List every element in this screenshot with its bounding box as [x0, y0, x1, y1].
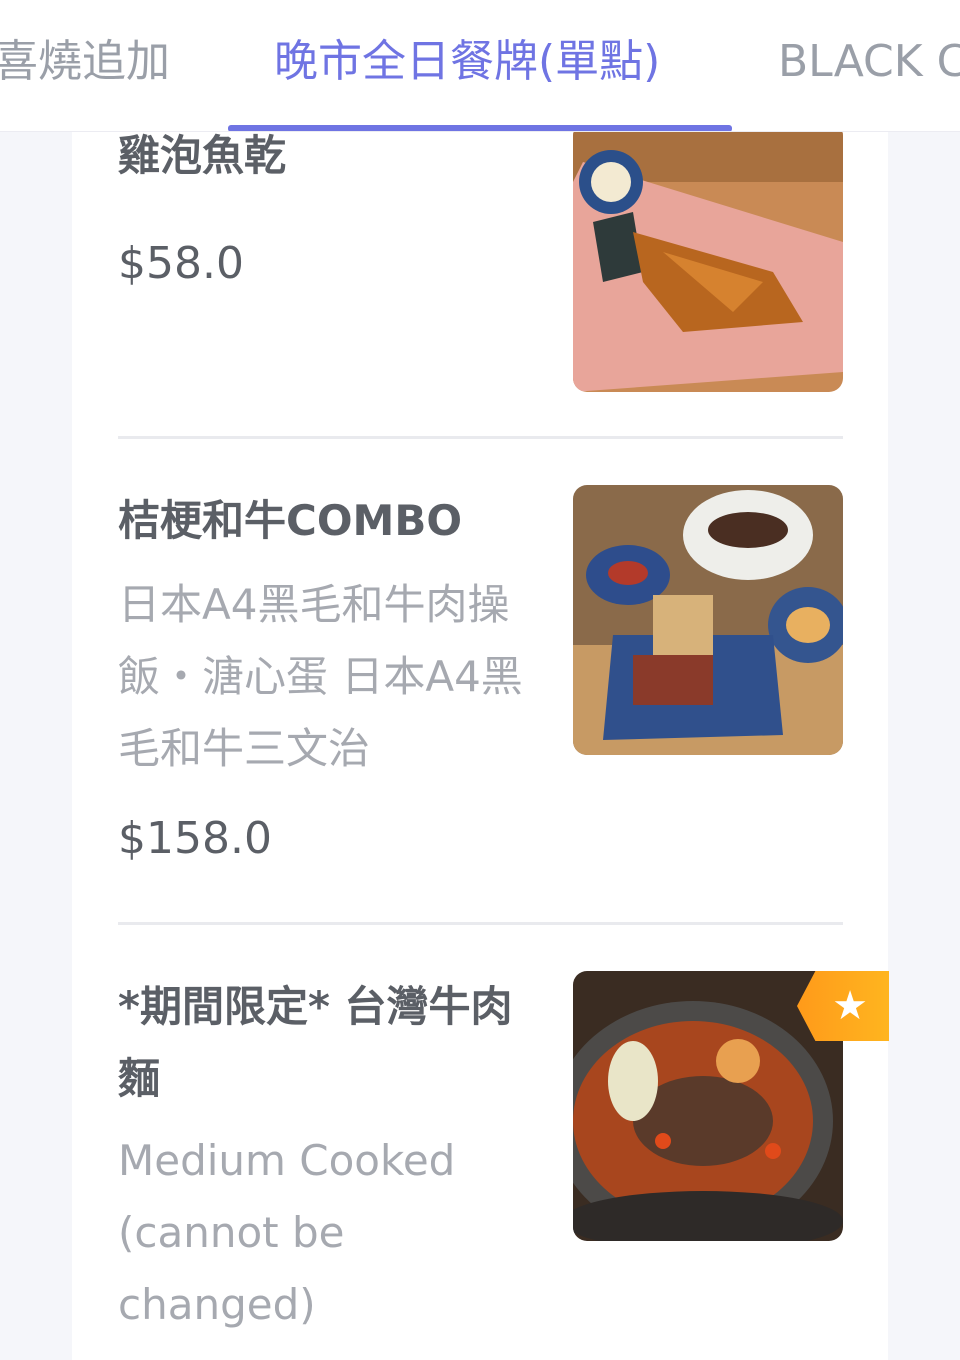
menu-item-name: 桔梗和牛COMBO: [118, 496, 463, 545]
menu-item-description: Medium Cooked (cannot be changed): [118, 1136, 456, 1329]
tab-sukiyaki-addon[interactable]: 喜燒追加: [0, 30, 170, 94]
menu-list: 雞泡魚乾 $58.0 桔梗和牛COMBO 日本A4黑毛和牛肉操飯・溏心蛋 日本A…: [72, 110, 889, 1360]
category-tab-bar: 喜燒追加 晚市全日餐牌(單點) BLACK C: [0, 0, 960, 132]
menu-item-image[interactable]: [573, 122, 843, 392]
tab-dinner-allday-menu[interactable]: 晚市全日餐牌(單點): [274, 30, 660, 94]
menu-item-price: $58.0: [118, 238, 244, 289]
item-divider: [118, 436, 843, 439]
wagyu-combo-set-photo: [573, 485, 843, 755]
item-divider: [118, 922, 843, 925]
menu-item-price: $158.0: [118, 813, 272, 864]
active-tab-indicator: [228, 125, 732, 131]
tab-black[interactable]: BLACK C: [778, 30, 960, 94]
menu-item-image[interactable]: [573, 485, 843, 755]
menu-item-name: *期間限定* 台灣牛肉麵: [118, 982, 513, 1103]
star-icon: ★: [797, 971, 889, 1041]
menu-item[interactable]: 桔梗和牛COMBO 日本A4黑毛和牛肉操飯・溏心蛋 日本A4黑毛和牛三文治 $1…: [72, 485, 888, 915]
menu-item[interactable]: *期間限定* 台灣牛肉麵 Medium Cooked (cannot be ch…: [72, 971, 889, 1360]
menu-item-description: 日本A4黑毛和牛肉操飯・溏心蛋 日本A4黑毛和牛三文治: [118, 580, 523, 773]
dried-pufferfish-dish-photo: [573, 122, 843, 392]
menu-item[interactable]: 雞泡魚乾 $58.0: [72, 110, 888, 440]
